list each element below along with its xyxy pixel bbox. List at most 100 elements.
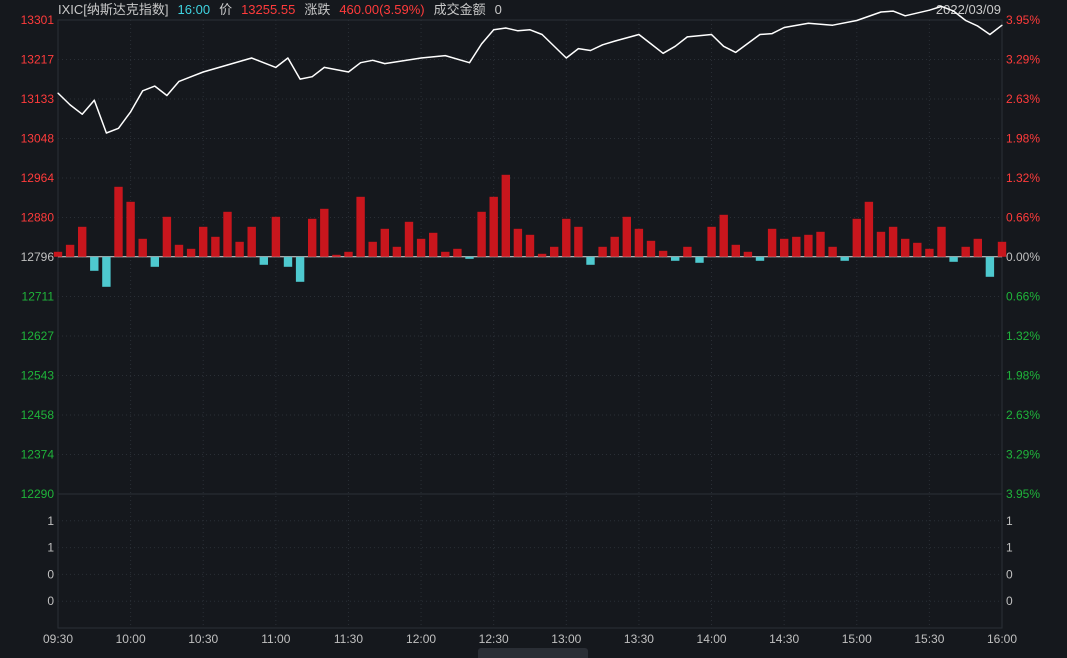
- price-point: [117, 127, 120, 129]
- sentiment-bar: [259, 256, 268, 265]
- y-tick-right: 1.32%: [1006, 171, 1040, 185]
- y-tick-right: 1.32%: [1006, 329, 1040, 343]
- sentiment-bar: [477, 211, 486, 257]
- sentiment-bar: [586, 256, 595, 265]
- panel-resize-handle[interactable]: [478, 648, 588, 658]
- price-point: [93, 99, 95, 101]
- intraday-chart[interactable]: 13301 13217 13133 13048 12964 12880 12796 12711…: [0, 0, 1067, 655]
- price-point: [468, 62, 471, 64]
- price-point: [57, 92, 59, 94]
- sentiment-bar: [634, 228, 644, 257]
- x-tick: 09:30: [43, 632, 73, 646]
- sentiment-bar: [235, 241, 244, 257]
- price-point: [856, 19, 858, 22]
- sentiment-bar: [840, 256, 849, 261]
- sentiment-bar: [53, 251, 63, 257]
- sentiment-bar: [719, 214, 728, 257]
- price-point: [275, 66, 277, 68]
- sentiment-bar: [985, 256, 995, 277]
- price-point: [589, 49, 592, 52]
- sentiment-bar: [695, 256, 704, 263]
- price-point: [178, 80, 180, 82]
- price-point: [360, 62, 362, 64]
- price-point: [287, 57, 289, 59]
- sentiment-bar: [320, 208, 329, 257]
- price-point: [577, 48, 580, 50]
- sentiment-bar: [271, 216, 281, 257]
- sentiment-bar: [247, 226, 256, 257]
- sentiment-bar: [707, 226, 716, 257]
- x-tick: 12:30: [479, 632, 509, 646]
- sentiment-bar: [465, 256, 474, 259]
- y-tick-left: 12374: [21, 447, 55, 461]
- sentiment-bar: [441, 251, 450, 257]
- sentiment-bar: [622, 216, 631, 257]
- y-tick-right: 0.66%: [1006, 211, 1040, 225]
- price-point: [202, 71, 204, 73]
- y-tick-left: 12627: [21, 329, 55, 343]
- sentiment-bar: [295, 256, 305, 282]
- lower-y-tick-right: 1: [1006, 514, 1013, 528]
- price-point: [190, 76, 192, 78]
- sentiment-bar: [961, 246, 970, 257]
- price-point: [505, 27, 507, 29]
- price-point: [928, 9, 931, 11]
- sentiment-bar: [283, 256, 293, 267]
- sentiment-bar: [562, 218, 571, 257]
- y-tick-left: 12290: [21, 487, 55, 501]
- price-point: [892, 10, 894, 12]
- x-tick: 11:30: [334, 632, 363, 646]
- price-point: [481, 43, 483, 45]
- lower-y-tick-left: 1: [47, 541, 54, 555]
- price-point: [81, 113, 83, 115]
- sentiment-bar: [90, 256, 99, 271]
- sentiment-bar: [513, 228, 523, 257]
- price-point: [69, 104, 71, 106]
- price-point: [977, 25, 979, 27]
- price-point: [154, 85, 156, 87]
- price-point: [759, 33, 761, 36]
- lower-y-tick-right: 1: [1006, 541, 1013, 555]
- sentiment-bar: [610, 236, 619, 257]
- y-tick-left: 13048: [21, 132, 55, 146]
- sentiment-bar: [78, 226, 87, 257]
- price-point: [251, 57, 253, 59]
- price-point: [989, 33, 991, 36]
- x-tick: 15:00: [842, 632, 872, 646]
- sentiment-bar: [356, 196, 365, 257]
- price-point: [347, 71, 350, 73]
- sentiment-bar: [828, 246, 837, 257]
- price-point: [965, 19, 967, 22]
- sentiment-bar: [973, 238, 982, 257]
- price-line: [57, 5, 1003, 134]
- price-point: [783, 26, 785, 29]
- sentiment-bar: [816, 231, 825, 257]
- sentiment-bar: [997, 241, 1007, 257]
- sentiment-bar: [876, 231, 886, 257]
- x-tick: 11:00: [261, 632, 290, 646]
- sentiment-bar: [937, 226, 946, 257]
- price-point: [130, 111, 132, 113]
- lower-y-tick-right: 0: [1006, 594, 1013, 608]
- price-point: [940, 5, 943, 7]
- x-tick: 13:00: [551, 632, 581, 646]
- price-point: [384, 63, 386, 65]
- y-tick-left: 13301: [21, 13, 55, 27]
- sentiment-bar: [380, 228, 389, 257]
- sentiment-bar: [368, 241, 377, 257]
- x-tick: 10:30: [188, 632, 218, 646]
- x-tick: 12:00: [406, 632, 436, 646]
- sentiment-bar: [392, 246, 402, 257]
- price-point: [529, 29, 531, 31]
- sentiment-bar: [731, 244, 740, 257]
- sentiment-bar: [416, 238, 426, 257]
- price-point: [323, 66, 325, 68]
- sentiment-bar: [913, 242, 922, 257]
- y-tick-left: 12880: [21, 211, 55, 225]
- sentiment-bar: [598, 246, 607, 257]
- price-point: [723, 45, 725, 47]
- y-tick-right: 1.98%: [1006, 368, 1040, 382]
- y-tick-right: 3.95%: [1006, 487, 1040, 501]
- y-tick-right: 2.63%: [1006, 92, 1040, 106]
- price-point: [299, 78, 301, 80]
